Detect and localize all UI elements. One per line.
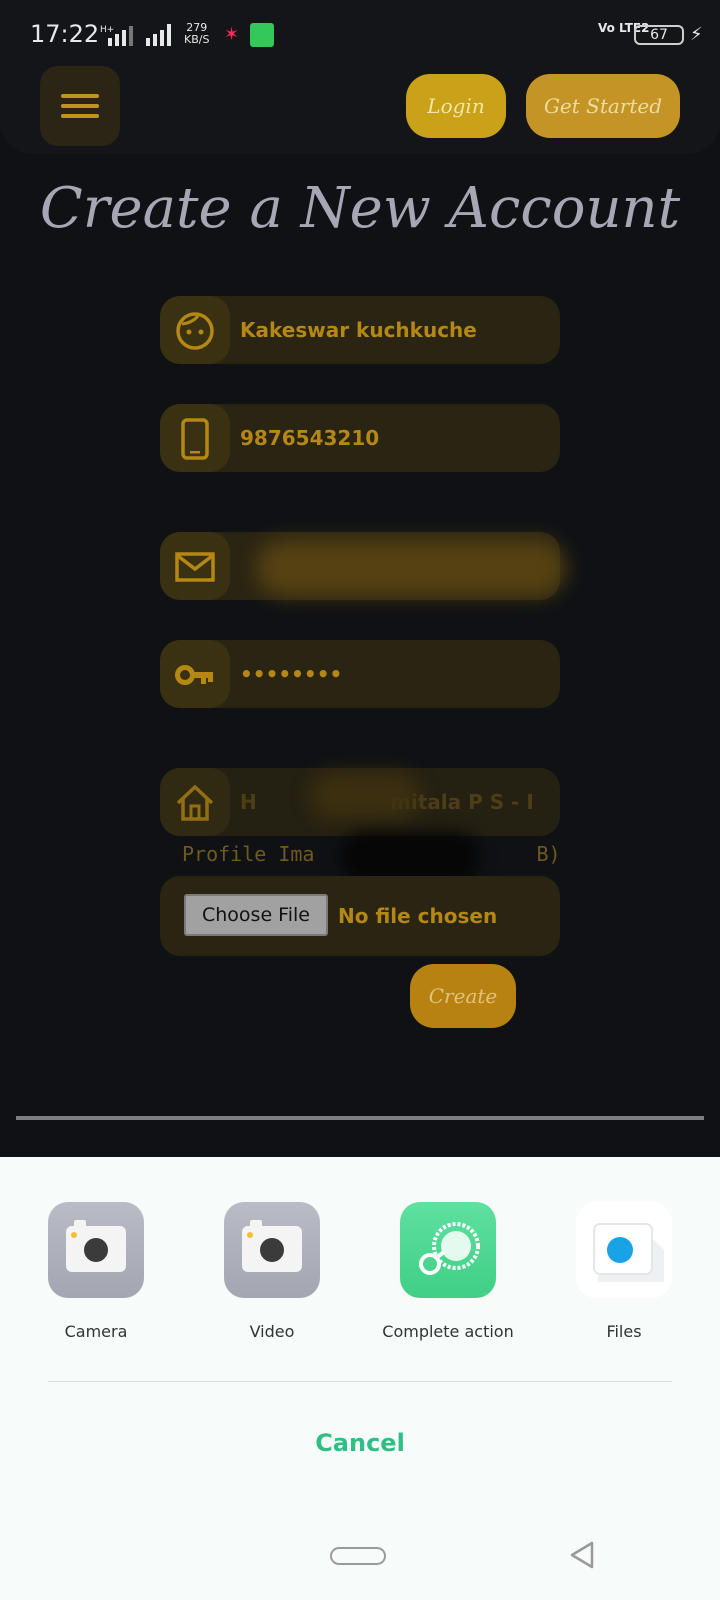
key-icon bbox=[160, 640, 230, 708]
page-divider bbox=[16, 1116, 704, 1120]
camera-icon bbox=[48, 1202, 144, 1298]
files-icon bbox=[576, 1202, 672, 1298]
app-label: Camera bbox=[64, 1322, 128, 1341]
app-complete-action[interactable]: Complete action bbox=[378, 1202, 518, 1341]
cancel-button[interactable]: Cancel bbox=[0, 1429, 720, 1457]
mail-icon bbox=[160, 532, 230, 600]
battery-indicator: 67 bbox=[634, 25, 684, 45]
signal-strength-icon: H+ bbox=[100, 24, 171, 46]
password-field[interactable]: •••••••• bbox=[160, 640, 560, 708]
complete-action-icon bbox=[400, 1202, 496, 1298]
phone-field[interactable]: 9876543210 bbox=[160, 404, 560, 472]
home-icon bbox=[160, 768, 230, 836]
address-value-start: H bbox=[240, 790, 257, 814]
app-camera[interactable]: Camera bbox=[26, 1202, 166, 1341]
name-field[interactable]: Kakeswar kuchkuche bbox=[160, 296, 560, 364]
get-started-button[interactable]: Get Started bbox=[526, 74, 680, 138]
video-camera-icon bbox=[224, 1202, 320, 1298]
redaction-smudge bbox=[340, 832, 480, 882]
app-label: Complete action bbox=[382, 1322, 514, 1341]
svg-text:H+: H+ bbox=[100, 25, 114, 35]
status-time: 17:22 bbox=[30, 20, 100, 48]
app-label: Files bbox=[606, 1322, 642, 1341]
profile-image-input: Choose File No file chosen bbox=[160, 876, 560, 956]
page-title: Create a New Account bbox=[39, 176, 681, 241]
notification-app-icon: ✶ bbox=[224, 24, 240, 45]
network-speed: 279 KB/S bbox=[184, 21, 210, 46]
charging-icon: ⚡ bbox=[690, 24, 703, 45]
back-nav-icon[interactable] bbox=[568, 1540, 596, 1570]
screen-recorder-icon bbox=[250, 23, 274, 47]
email-field[interactable] bbox=[160, 532, 566, 600]
choose-file-button[interactable]: Choose File bbox=[184, 894, 328, 936]
phone-value: 9876543210 bbox=[240, 426, 380, 450]
smartphone-icon bbox=[160, 404, 230, 472]
create-button[interactable]: Create bbox=[410, 964, 516, 1028]
app-label: Video bbox=[249, 1322, 295, 1341]
app-video[interactable]: Video bbox=[202, 1202, 342, 1341]
redaction-smudge bbox=[256, 540, 566, 596]
sheet-divider bbox=[48, 1381, 672, 1382]
face-icon bbox=[160, 296, 230, 364]
name-value: Kakeswar kuchkuche bbox=[240, 318, 477, 342]
top-navbar: Login Get Started bbox=[0, 58, 720, 154]
password-value: •••••••• bbox=[240, 662, 343, 686]
app-files[interactable]: Files bbox=[554, 1202, 694, 1341]
hamburger-menu-icon[interactable] bbox=[40, 66, 120, 146]
file-chooser-sheet: Camera Video Complete action Files Cance… bbox=[0, 1157, 720, 1600]
address-field[interactable]: H mitala P S - I bbox=[160, 768, 560, 836]
login-button[interactable]: Login bbox=[406, 74, 506, 138]
redaction-smudge bbox=[310, 772, 420, 820]
home-nav-button[interactable] bbox=[330, 1547, 386, 1565]
no-file-status: No file chosen bbox=[338, 904, 498, 928]
